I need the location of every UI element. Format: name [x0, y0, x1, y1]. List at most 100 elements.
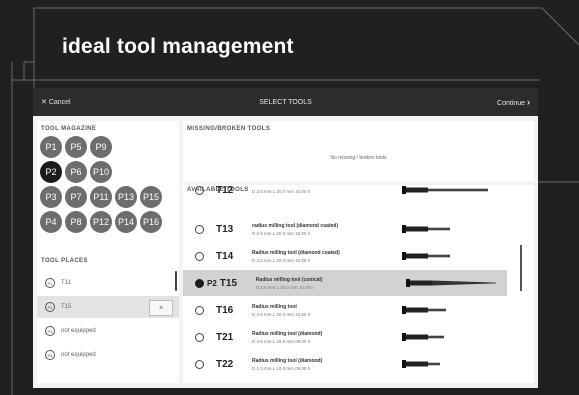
tool-place-p1[interactable]: P1 T11	[37, 272, 179, 294]
magazine-row: P2 P6 P10	[40, 161, 179, 183]
magazine-position-p7[interactable]: P7	[65, 186, 87, 208]
tool-name: Radius milling tool	[252, 303, 297, 310]
page-title: ideal tool management	[62, 35, 294, 58]
magazine-position-p9[interactable]: P9	[90, 136, 112, 158]
tools-scrollbar[interactable]	[520, 245, 522, 291]
tool-dimensions: D 2.5 mm L 20.0 mm 10.00 h	[252, 188, 311, 194]
magazine-position-p8[interactable]: P8	[65, 211, 87, 233]
magazine-position-p11[interactable]: P11	[90, 186, 112, 208]
magazine-position-p12[interactable]: P12	[90, 211, 112, 233]
tool-name: Radius milling tool (diamond coated)	[252, 249, 340, 256]
continue-button[interactable]: Continue ›	[497, 97, 530, 107]
radio-button[interactable]	[195, 224, 204, 234]
place-label: T11	[61, 280, 71, 286]
place-label: T15	[61, 304, 72, 310]
right-panel: MISSING/BROKEN TOOLS No missing / broken…	[183, 121, 534, 383]
magazine-position-p1[interactable]: P1	[40, 136, 62, 158]
screen-title: SELECT TOOLS	[259, 98, 312, 106]
place-badge: P4	[45, 350, 55, 360]
radio-button[interactable]	[195, 359, 204, 369]
tool-row-t14[interactable]: T14 Radius milling tool (diamond coated) D…	[183, 243, 507, 269]
remove-tool-button[interactable]: ×	[149, 300, 173, 316]
top-bar: ✕ Cancel SELECT TOOLS Continue ›	[33, 88, 538, 116]
tool-row-t22[interactable]: T22 Radius milling tool (diamond) D 1.0 mm…	[183, 351, 507, 377]
tool-code: T14	[216, 250, 234, 262]
left-panel: TOOL MAGAZINE P1 P5 P9 P2 P6 P10 P3 P7 P11 P13 P15…	[37, 121, 179, 383]
magazine-position-p13[interactable]: P13	[115, 186, 137, 208]
tool-code: T21	[216, 331, 234, 343]
tool-place-tag: P2	[207, 278, 217, 288]
chevron-right-icon: ›	[527, 97, 530, 107]
milling-tool-icon	[402, 306, 446, 314]
radio-button[interactable]	[195, 185, 204, 195]
tool-dimensions: D 2.5 mm L 20.0 mm 10.00 h	[252, 257, 311, 263]
tool-dimensions: D 2.5 mm L 20.0 mm 10.00 h	[255, 284, 314, 290]
tool-description: Radius milling tool (conical) D 2.5 mm L …	[256, 277, 406, 290]
radio-button[interactable]	[195, 332, 204, 342]
conical-tool-icon	[405, 279, 496, 287]
tool-row-t21[interactable]: T21 Radius milling tool (diamond) D 2.5 mm…	[183, 324, 507, 350]
tool-description: Radius milling tool (diamond coated) D 2.…	[252, 250, 402, 263]
cancel-label: Cancel	[48, 99, 71, 106]
milling-tool-icon	[402, 333, 444, 341]
radio-button[interactable]	[195, 251, 204, 261]
tool-row-t16[interactable]: T16 Radius milling tool D 2.5 mm L 20.0 mm…	[183, 297, 507, 323]
place-label: not equipped	[61, 352, 96, 358]
tool-row-t12[interactable]: T12 D 2.5 mm L 20.0 mm 10.00 h	[183, 185, 507, 203]
tool-description: Radius milling tool (diamond) D 2.5 mm L …	[252, 331, 402, 344]
tool-row-t15[interactable]: P2 T15 Radius milling tool (conical) D 2.5 …	[183, 270, 507, 296]
missing-tools-message: No missing / broken tools	[330, 155, 387, 161]
tool-code: T15	[219, 277, 238, 289]
magazine-position-p15[interactable]: P15	[140, 186, 162, 208]
tool-dimensions: D 1.0 mm L 10.0 mm 08.00 h	[252, 365, 311, 371]
tool-code: T13	[216, 223, 234, 235]
tool-places-title: TOOL PLACES	[41, 258, 88, 264]
available-tools-panel: AVAILABLE TOOLS T12 D 2.5 mm L 20.0 mm 10…	[183, 185, 534, 383]
milling-tool-icon	[402, 225, 450, 233]
tool-place-p3[interactable]: P3 not equipped	[37, 320, 179, 342]
magazine-position-p6[interactable]: P6	[65, 161, 87, 183]
milling-tool-icon	[402, 186, 488, 194]
magazine-position-p4[interactable]: P4	[40, 211, 62, 233]
place-label: not equipped	[61, 328, 96, 334]
tool-dimensions: D 2.5 mm L 20.0 mm 10.00 h	[252, 230, 311, 236]
missing-broken-panel: MISSING/BROKEN TOOLS No missing / broken…	[183, 121, 534, 181]
place-badge: P1	[45, 278, 55, 288]
tool-description: Radius milling tool (diamond) D 1.0 mm L …	[252, 358, 402, 371]
tool-name: Radius milling tool (diamond)	[252, 357, 323, 364]
magazine-position-p5[interactable]: P5	[65, 136, 87, 158]
tool-dimensions: D 2.5 mm L 15.5 mm 08.00 h	[252, 338, 311, 344]
tool-code: T12	[216, 185, 234, 196]
magazine-position-p16[interactable]: P16	[140, 211, 162, 233]
tool-dimensions: D 2.5 mm L 20.0 mm 10.00 h	[252, 311, 311, 317]
tool-code: T22	[216, 358, 234, 370]
milling-tool-icon	[402, 252, 450, 260]
tool-description: Radius milling tool D 2.5 mm L 20.0 mm 10…	[252, 304, 402, 317]
tool-magazine-title: TOOL MAGAZINE	[41, 126, 97, 132]
missing-tools-title: MISSING/BROKEN TOOLS	[187, 126, 271, 132]
tool-name: Radius milling tool (diamond)	[252, 330, 323, 337]
magazine-position-p2[interactable]: P2	[40, 161, 62, 183]
tool-name: radius milling tool (diamond coated)	[252, 222, 339, 229]
place-badge: P3	[45, 326, 55, 336]
magazine-row: P4 P8 P12 P14 P16	[40, 211, 179, 233]
magazine-row: P3 P7 P11 P13 P15	[40, 186, 179, 208]
tablet-screen: ✕ Cancel SELECT TOOLS Continue › TOOL MA…	[33, 88, 538, 388]
cancel-button[interactable]: ✕ Cancel	[41, 98, 71, 106]
place-badge: P2	[45, 302, 55, 312]
magazine-position-p14[interactable]: P14	[115, 211, 137, 233]
magazine-position-p10[interactable]: P10	[90, 161, 112, 183]
tool-description: radius milling tool (diamond coated) D 2.…	[252, 223, 402, 236]
radio-button[interactable]	[195, 305, 204, 315]
tool-name: Radius milling tool (conical)	[255, 276, 323, 283]
magazine-row: P1 P5 P9	[40, 136, 179, 158]
tool-code: T16	[216, 304, 234, 316]
tool-row-t13[interactable]: T13 radius milling tool (diamond coated) D…	[183, 216, 507, 242]
places-scrollbar[interactable]	[175, 271, 177, 291]
tool-place-p4[interactable]: P4 not equipped	[37, 344, 179, 366]
tool-description: D 2.5 mm L 20.0 mm 10.00 h	[252, 187, 402, 194]
tool-place-p2[interactable]: P2 T15 ×	[37, 296, 179, 318]
tool-magazine-grid: P1 P5 P9 P2 P6 P10 P3 P7 P11 P13 P15 P4 P8 P12 P14 P16	[37, 132, 179, 233]
radio-button[interactable]	[195, 278, 204, 288]
magazine-position-p3[interactable]: P3	[40, 186, 62, 208]
